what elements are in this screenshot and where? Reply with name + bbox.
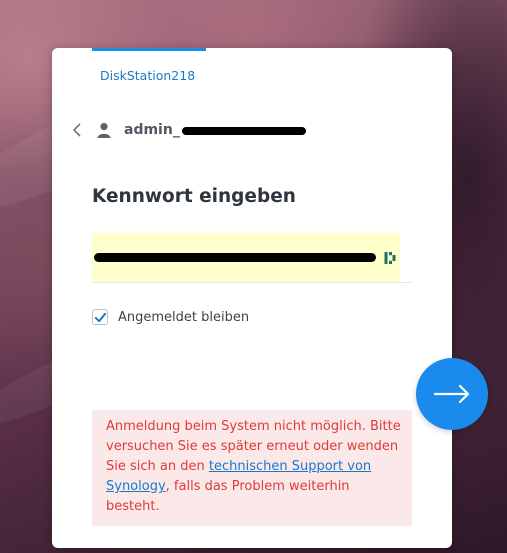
error-message: Anmeldung beim System nicht möglich. Bit… xyxy=(92,410,412,526)
login-card: DiskStation218 admin_ Kennwort eingeben xyxy=(52,48,488,548)
password-redaction xyxy=(94,253,376,262)
remember-me-row: Angemeldet bleiben xyxy=(92,309,249,325)
back-button[interactable] xyxy=(70,118,84,142)
password-input[interactable] xyxy=(92,233,400,282)
user-icon xyxy=(97,123,111,138)
username: admin_ xyxy=(124,122,180,138)
device-name: DiskStation218 xyxy=(100,68,196,83)
remember-me-label: Angemeldet bleiben xyxy=(118,309,250,325)
password-manager-icon[interactable] xyxy=(384,251,396,265)
password-underline xyxy=(92,282,412,283)
remember-me-checkbox[interactable] xyxy=(92,309,108,325)
user-row: admin_ xyxy=(70,118,306,142)
username-redaction xyxy=(181,127,306,135)
arrow-right-icon xyxy=(434,384,470,404)
chevron-left-icon xyxy=(72,123,81,137)
next-button[interactable] xyxy=(416,358,488,430)
page-title: Kennwort eingeben xyxy=(92,186,296,207)
checkmark-icon xyxy=(94,312,106,322)
active-tab-indicator xyxy=(92,48,206,51)
